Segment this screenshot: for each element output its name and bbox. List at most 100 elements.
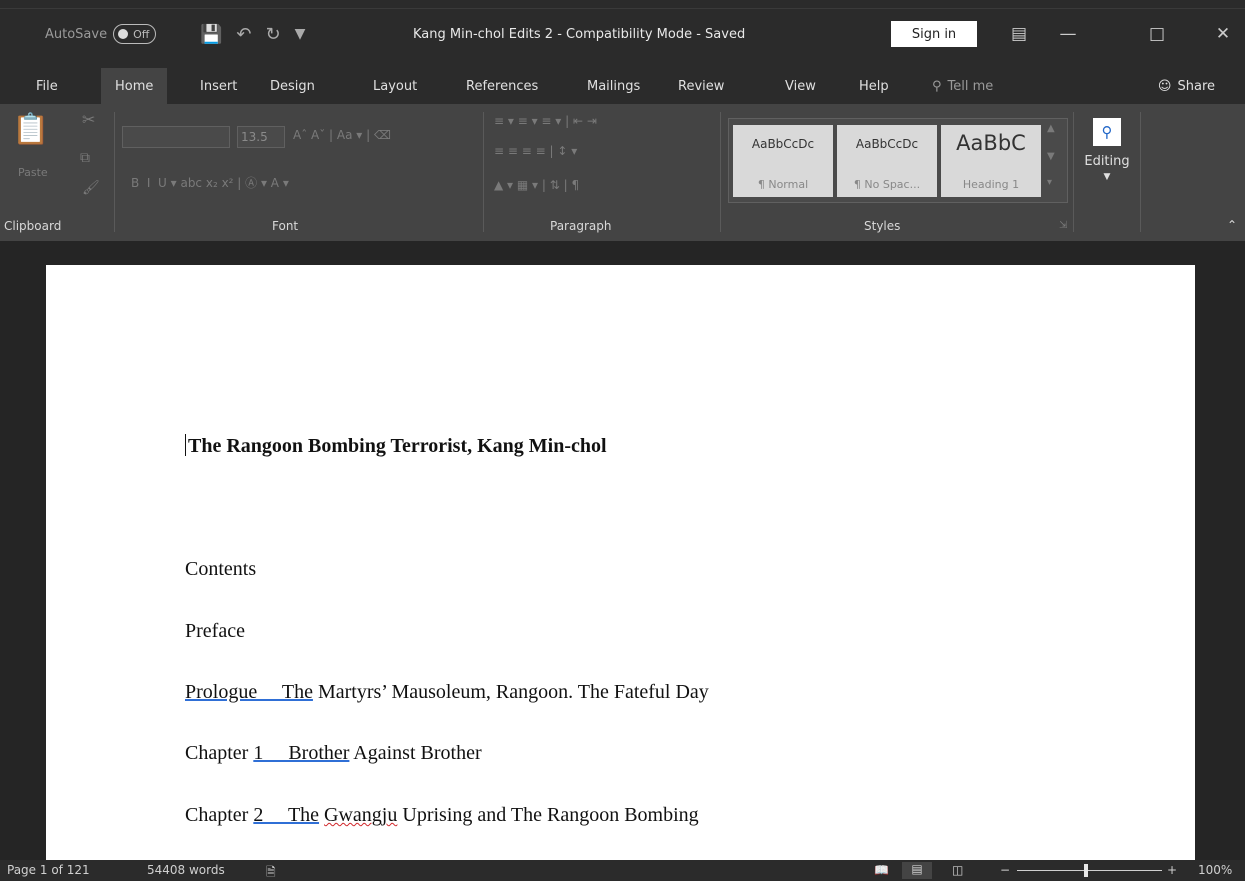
share-person-icon: ☺ (1157, 78, 1172, 94)
style-normal[interactable]: AaBbCcDc ¶ Normal (733, 125, 833, 197)
close-icon[interactable]: ✕ (1203, 18, 1243, 50)
toc-prologue[interactable]: Prologue The Martyrs’ Mausoleum, Rangoon… (185, 681, 709, 704)
styles-dialog-launcher-icon[interactable]: ⇲ (1059, 220, 1067, 231)
tab-design[interactable]: Design (256, 68, 329, 104)
group-separator (1140, 112, 1141, 232)
page-count[interactable]: Page 1 of 121 (7, 863, 90, 877)
styles-gallery: AaBbCcDc ¶ Normal AaBbCcDc ¶ No Spac... … (728, 118, 1068, 203)
format-painter-icon[interactable]: 🖌 (82, 180, 100, 196)
autosave-toggle[interactable]: Off (113, 24, 157, 44)
save-icon[interactable]: 💾 (200, 24, 222, 45)
search-icon: ⚲ (932, 78, 942, 94)
tab-home[interactable]: Home (101, 68, 168, 104)
zoom-slider-thumb[interactable] (1084, 864, 1088, 877)
document-page[interactable]: The Rangoon Bombing Terrorist, Kang Min-… (46, 265, 1195, 865)
zoom-in-icon[interactable]: + (1167, 863, 1177, 877)
share-button[interactable]: ☺ Share (1158, 68, 1215, 104)
style-sample: AaBbCcDc (855, 137, 919, 151)
copy-icon[interactable]: ⧉ (80, 150, 90, 166)
bullets-numbering-icons[interactable]: ≡ ▾ ≡ ▾ ≡ ▾ | ⇤ ⇥ (494, 114, 597, 128)
contents-heading[interactable]: Contents (185, 558, 256, 581)
tab-mailings[interactable]: Mailings (573, 68, 654, 104)
tab-view[interactable]: View (771, 68, 830, 104)
style-name: ¶ No Spac... (853, 178, 921, 191)
toc-chapter-1-text: Against Brother (349, 742, 482, 764)
toc-chapter-1[interactable]: Chapter 1 Brother Against Brother (185, 742, 482, 765)
group-separator (720, 112, 721, 232)
autosave[interactable]: AutoSave Off (45, 18, 157, 50)
minimize-icon[interactable]: — (1048, 18, 1088, 50)
editing-button[interactable]: ⚲ Editing ▼ (1078, 118, 1136, 182)
find-search-icon: ⚲ (1093, 118, 1121, 146)
tab-help[interactable]: Help (845, 68, 903, 104)
font-size-combo[interactable]: 13.5 (237, 126, 285, 148)
grow-font-icon[interactable]: Aˆ Aˇ | Aa ▾ | ⌫ (293, 128, 391, 142)
zoom-level[interactable]: 100% (1198, 863, 1232, 877)
chevron-down-icon: ▼ (1103, 172, 1111, 182)
style-name: Heading 1 (962, 178, 1020, 191)
group-separator (114, 112, 115, 232)
paragraph-group-label: Paragraph (550, 219, 612, 233)
collapse-ribbon-icon[interactable]: ⌃ (1227, 218, 1237, 232)
toc-chapter-2-link[interactable]: 2 The (253, 804, 319, 826)
ribbon-display-options-icon[interactable]: ▤ (999, 18, 1039, 50)
shading-borders-icons[interactable]: ▲ ▾ ▦ ▾ | ⇅ | ¶ (494, 178, 579, 192)
print-layout-icon[interactable]: ▤ (902, 862, 932, 879)
style-heading-1[interactable]: AaBbC Heading 1 (941, 125, 1041, 197)
paste-icon[interactable]: 📋 (12, 112, 49, 147)
font-group-label: Font (272, 219, 299, 233)
tell-me-search[interactable]: ⚲ Tell me (918, 68, 1007, 104)
toc-prologue-link[interactable]: Prologue The (185, 681, 313, 703)
text-cursor (185, 434, 186, 456)
alignment-icons[interactable]: ≡ ≡ ≡ ≡ | ↕ ▾ (494, 144, 577, 158)
style-no-spacing[interactable]: AaBbCcDc ¶ No Spac... (837, 125, 937, 197)
quick-access-toolbar: 💾 ↶ ↻ ▼ (200, 18, 305, 50)
zoom-slider-track[interactable] (1017, 870, 1162, 871)
spelling-error-word[interactable]: Gwangju (324, 804, 397, 826)
toc-preface[interactable]: Preface (185, 620, 245, 643)
tell-me-placeholder: Tell me (947, 78, 994, 94)
paste-label[interactable]: Paste (18, 166, 48, 179)
zoom-out-icon[interactable]: − (1000, 863, 1010, 877)
toc-chapter-2[interactable]: Chapter 2 The Gwangju Uprising and The R… (185, 804, 699, 827)
maximize-icon[interactable]: □ (1137, 18, 1177, 50)
styles-more-icon[interactable]: ▾ (1047, 177, 1052, 188)
tab-insert[interactable]: Insert (186, 68, 251, 104)
toc-chapter-1-link[interactable]: 1 Brother (253, 742, 349, 764)
document-area[interactable]: The Rangoon Bombing Terrorist, Kang Min-… (0, 241, 1245, 865)
redo-icon[interactable]: ↻ (266, 24, 281, 45)
clipboard-group-label: Clipboard (4, 219, 62, 233)
tab-layout[interactable]: Layout (359, 68, 431, 104)
toc-chapter-2-prefix: Chapter (185, 804, 254, 826)
cut-icon[interactable]: ✂ (82, 110, 95, 129)
toc-chapter-1-prefix: Chapter (185, 742, 254, 764)
styles-scroll-down-icon[interactable]: ▼ (1047, 151, 1055, 162)
font-format-icons[interactable]: B I U ▾ abc x₂ x² | Ⓐ ▾ A ▾ (131, 174, 289, 191)
share-label: Share (1177, 78, 1215, 94)
word-count[interactable]: 54408 words (147, 863, 225, 877)
customize-qat-icon[interactable]: ▼ (295, 26, 306, 42)
group-separator (483, 112, 484, 232)
ribbon: 📋 Paste ✂ ⧉ 🖌 Clipboard 13.5 Aˆ Aˇ | Aa … (0, 104, 1245, 241)
web-layout-icon[interactable]: ◫ (952, 863, 963, 877)
tab-file[interactable]: File (22, 68, 72, 104)
read-mode-icon[interactable]: 📖 (874, 863, 889, 877)
tab-references[interactable]: References (452, 68, 552, 104)
font-name-combo[interactable] (122, 126, 230, 148)
status-bar: Page 1 of 121 54408 words 🗎 📖 ▤ ◫ − + 10… (0, 860, 1245, 881)
ribbon-tabs: File Home Insert Design Layout Reference… (0, 68, 1245, 104)
sign-in-button[interactable]: Sign in (891, 21, 977, 47)
document-title: Kang Min-chol Edits 2 - Compatibility Mo… (413, 26, 746, 42)
tab-review[interactable]: Review (664, 68, 738, 104)
title-bar: AutoSave Off 💾 ↶ ↻ ▼ Kang Min-chol Edits… (0, 0, 1245, 68)
group-separator (1073, 112, 1074, 232)
autosave-label: AutoSave (45, 26, 108, 42)
editing-label: Editing (1084, 154, 1130, 169)
autosave-state: Off (133, 27, 150, 41)
style-name: ¶ Normal (757, 178, 809, 191)
proofing-icon[interactable]: 🗎 (266, 863, 276, 881)
style-sample: AaBbCcDc (751, 137, 815, 151)
document-title-text[interactable]: The Rangoon Bombing Terrorist, Kang Min-… (185, 434, 607, 458)
styles-scroll-up-icon[interactable]: ▲ (1047, 123, 1055, 134)
undo-icon[interactable]: ↶ (236, 24, 251, 45)
